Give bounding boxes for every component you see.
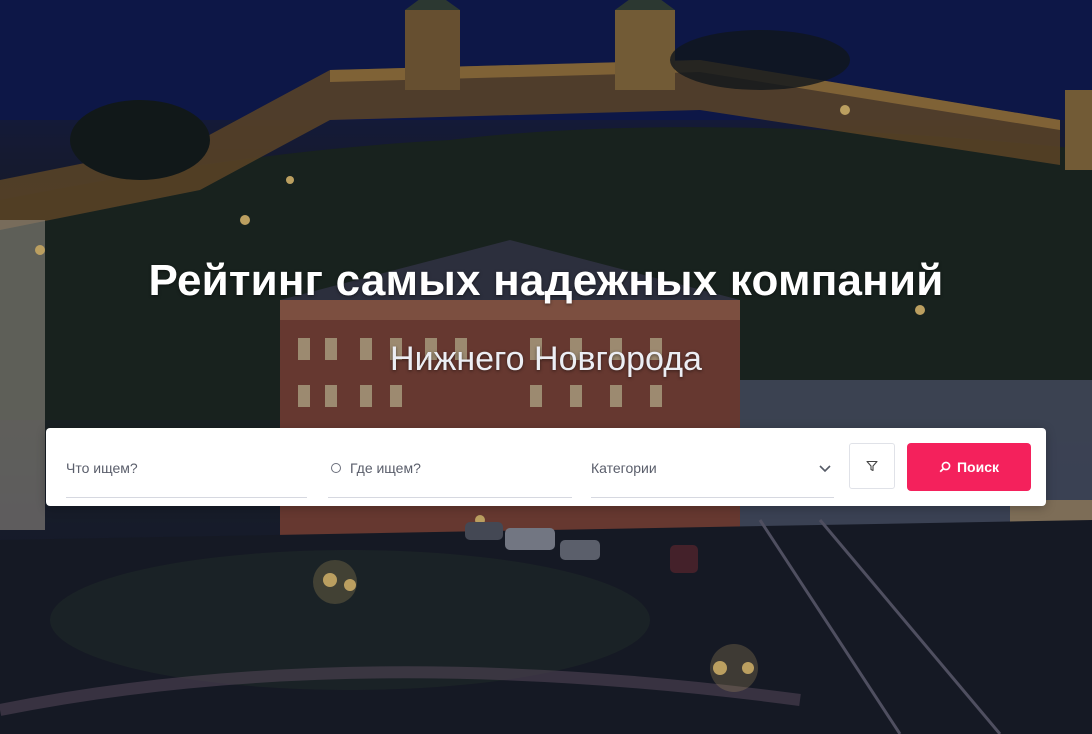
category-select[interactable]: Категории	[591, 448, 834, 498]
chevron-down-icon	[819, 464, 831, 472]
filter-button[interactable]	[849, 443, 895, 489]
what-field	[66, 448, 307, 498]
where-input[interactable]	[350, 459, 572, 476]
category-label: Категории	[591, 459, 657, 476]
location-icon	[331, 462, 341, 473]
search-button-label: Поиск	[956, 459, 999, 475]
search-form: Категории Поиск	[46, 428, 1046, 506]
hero-title: Рейтинг самых надежных компаний	[148, 256, 944, 305]
filter-icon	[866, 460, 878, 472]
what-input[interactable]	[66, 459, 307, 476]
hero-subtitle: Нижнего Новгорода	[390, 340, 702, 378]
search-button[interactable]: Поиск	[907, 443, 1031, 491]
where-field	[328, 448, 572, 498]
search-icon	[939, 461, 951, 473]
